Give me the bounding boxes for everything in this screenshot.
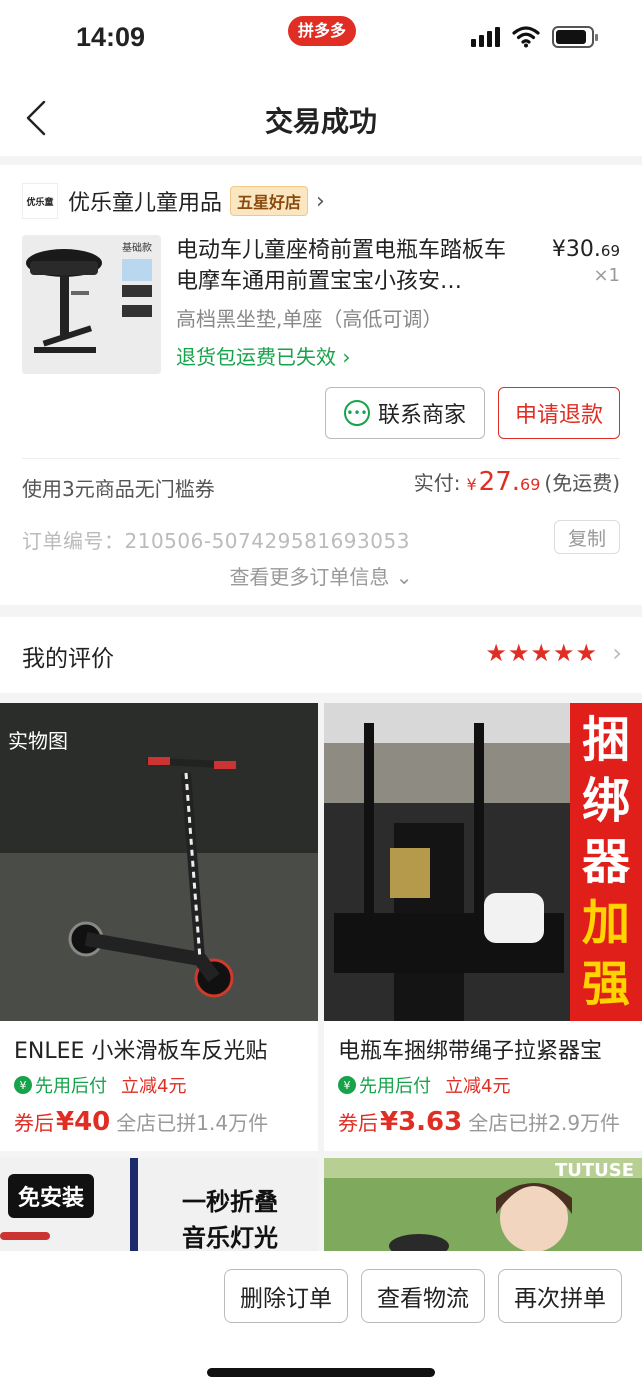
recommendation-card[interactable]: 免安装 一秒折叠 音乐灯光: [0, 1158, 318, 1253]
product-price: ¥30.69: [552, 237, 620, 262]
home-indicator[interactable]: [207, 1368, 435, 1377]
product-tags: ¥ 先用后付 立减4元: [14, 1072, 186, 1098]
price-value: ¥40: [56, 1107, 111, 1137]
chevron-right-icon: ›: [612, 639, 622, 667]
reorder-button[interactable]: 再次拼单: [498, 1269, 622, 1323]
recommendation-card[interactable]: 捆 绑 器 加 强 电瓶车捆绑带绳子拉紧器宝 ¥ 先用后付 立减4元 券后 ¥3.…: [324, 703, 642, 1151]
my-review-row[interactable]: 我的评价 ★★★★★ ›: [0, 617, 642, 693]
order-number: 订单编号：210506-507429581693053: [22, 529, 410, 553]
paid-amount: 实付: ¥ 27.69 (免运费): [414, 467, 620, 497]
chevron-right-icon: ›: [316, 188, 325, 214]
image-overlay-text: 音乐灯光: [182, 1224, 278, 1252]
more-info-text: 查看更多订单信息: [229, 565, 390, 589]
product-image: 实物图: [0, 703, 318, 1021]
nav-bar: 交易成功: [0, 78, 642, 156]
contact-merchant-button[interactable]: ••• 联系商家: [325, 387, 485, 439]
refund-button[interactable]: 申请退款: [498, 387, 620, 439]
brand-watermark: TUTUSE: [554, 1160, 634, 1181]
discount-tag: 立减4元: [121, 1076, 187, 1097]
contact-label: 联系商家: [377, 403, 466, 428]
pay-later-tag: ¥ 先用后付: [14, 1072, 107, 1098]
paid-dec: 69: [520, 475, 541, 494]
star-rating-icon: ★★★★★: [485, 639, 598, 667]
bottom-action-bar: 删除订单 查看物流 再次拼单: [0, 1251, 642, 1389]
image-overlay-text: 免安装: [8, 1174, 95, 1218]
shop-logo: 优乐童: [22, 183, 58, 219]
paid-currency: ¥: [466, 475, 477, 494]
chevron-right-icon: ›: [336, 345, 351, 369]
shop-name: 优乐童儿童用品: [68, 191, 223, 216]
order-card: 优乐童 优乐童儿童用品 五星好店 › 基础款 电动车儿童座椅前置电瓶车踏板车电摩…: [0, 165, 642, 605]
product-quantity: ×1: [593, 265, 620, 286]
divider: [22, 458, 620, 459]
banner-char: 强: [581, 956, 630, 1012]
status-time: 14:09: [76, 22, 146, 52]
thumbnail-label: 基础款: [122, 243, 152, 254]
pay-later-icon: ¥: [338, 1076, 356, 1094]
pay-later-icon: ¥: [14, 1076, 32, 1094]
review-title: 我的评价: [22, 646, 114, 672]
scooter-stem-image: [130, 1158, 138, 1253]
shop-row[interactable]: 优乐童 优乐童儿童用品 五星好店 ›: [22, 181, 325, 221]
shipping-note: (免运费): [544, 471, 620, 495]
handlebar-image: [0, 1232, 50, 1240]
app-badge: 拼多多: [288, 16, 356, 46]
banner-char: 绑: [581, 773, 630, 829]
product-thumbnail[interactable]: 基础款: [22, 235, 161, 374]
discount-tag: 立减4元: [445, 1076, 511, 1097]
copy-button[interactable]: 复制: [554, 520, 620, 554]
view-logistics-button[interactable]: 查看物流: [361, 1269, 485, 1323]
product-sku: 高档黑坐垫,单座（高低可调）: [176, 307, 443, 331]
pay-later-tag: ¥ 先用后付: [338, 1072, 431, 1098]
coupon-used: 使用3元商品无门槛券: [22, 477, 215, 501]
status-bar: 14:09 拼多多: [0, 0, 642, 78]
chat-icon: •••: [343, 400, 370, 426]
price-decimal: 69: [600, 242, 620, 260]
return-note-text: 退货包运费已失效: [176, 345, 336, 369]
delete-order-button[interactable]: 删除订单: [224, 1269, 348, 1323]
banner-char: 捆: [581, 712, 630, 768]
page-title: 交易成功: [264, 105, 377, 138]
product-title[interactable]: 电动车儿童座椅前置电瓶车踏板车电摩车通用前置宝宝小孩安…: [176, 235, 526, 297]
recommendation-card[interactable]: TUTUSE: [324, 1158, 642, 1253]
product-image: 捆 绑 器 加 强: [324, 703, 642, 1021]
product-banner: 捆 绑 器 加 强: [570, 703, 642, 1021]
product-tags: ¥ 先用后付 立减4元: [338, 1072, 510, 1098]
price-value: ¥3.63: [380, 1107, 463, 1137]
status-icons: [471, 26, 598, 48]
battery-icon: [552, 26, 598, 48]
sold-count: 全店已拼2.9万件: [468, 1111, 621, 1135]
pay-later-text: 先用后付: [359, 1076, 431, 1097]
banner-char: 器: [581, 834, 630, 890]
more-order-info-link[interactable]: 查看更多订单信息 ⌄: [0, 561, 642, 590]
recommendation-card[interactable]: 实物图 ENLEE 小米滑板车反光贴 ¥ 先用后付 立减4元 券后 ¥40 全店已…: [0, 703, 318, 1151]
sold-count: 全店已拼1.4万件: [116, 1111, 269, 1135]
wifi-icon: [512, 26, 540, 48]
banner-char: 加: [581, 895, 630, 951]
image-overlay-text: 一秒折叠: [182, 1188, 278, 1216]
price-label: 券后: [338, 1111, 378, 1135]
shop-badge: 五星好店: [230, 186, 309, 216]
paid-int: 27.: [478, 467, 521, 497]
seat-image-icon: [22, 235, 161, 374]
product-price: 券后 ¥3.63 全店已拼2.9万件: [338, 1107, 620, 1137]
price-main: ¥30.: [551, 237, 601, 262]
paid-value: 27.69: [479, 467, 541, 497]
image-tag: 实物图: [8, 729, 68, 753]
price-label: 券后: [14, 1111, 54, 1135]
product-name: 电瓶车捆绑带绳子拉紧器宝: [338, 1039, 603, 1064]
paid-label: 实付:: [413, 471, 461, 495]
product-price: 券后 ¥40 全店已拼1.4万件: [14, 1107, 268, 1137]
signal-icon: [471, 27, 500, 47]
chevron-down-icon: ⌄: [389, 565, 413, 589]
product-name: ENLEE 小米滑板车反光贴: [14, 1039, 268, 1064]
pay-later-text: 先用后付: [35, 1076, 107, 1097]
return-shipping-note[interactable]: 退货包运费已失效 ›: [176, 341, 350, 370]
